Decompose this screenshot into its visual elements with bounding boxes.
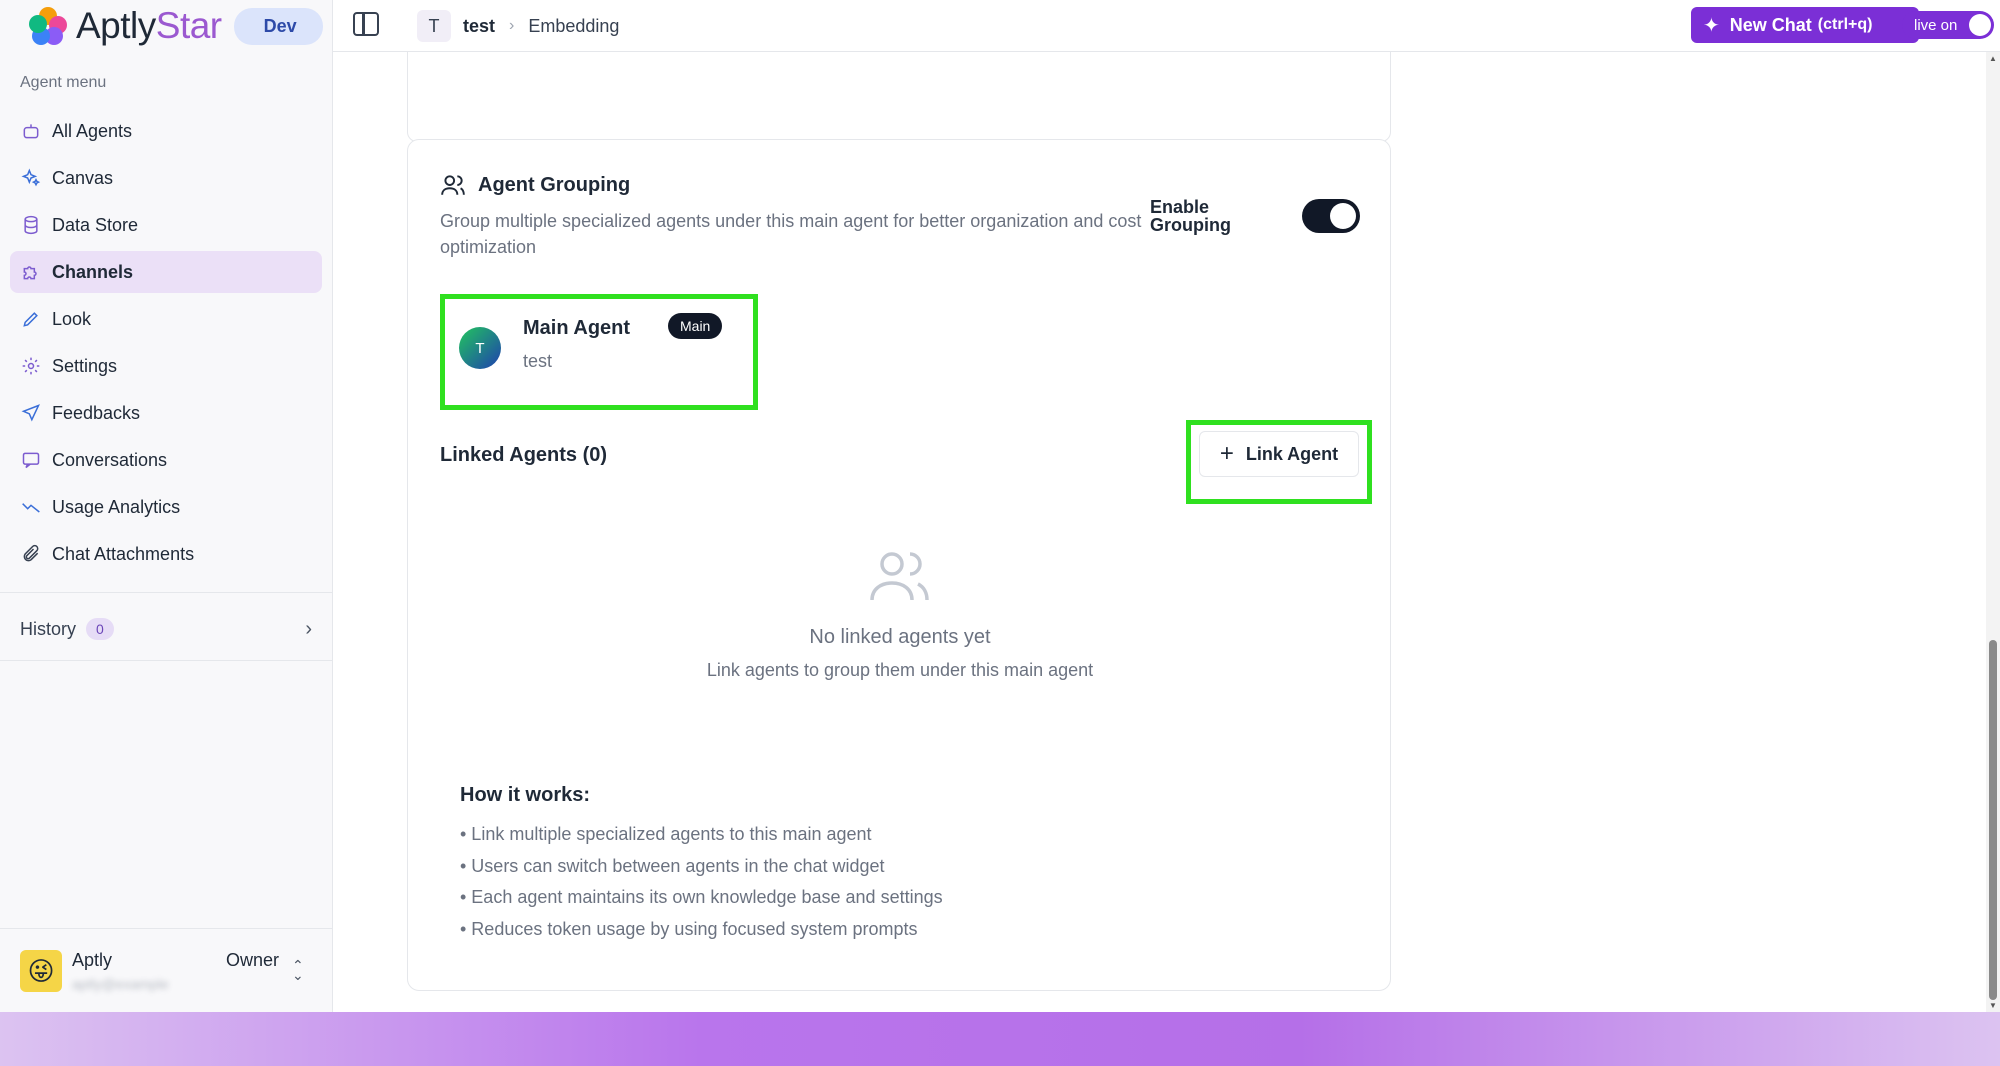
toggle-knob <box>1969 14 1991 36</box>
sidebar-toggle-icon[interactable] <box>353 12 379 36</box>
aptlystar-logo-icon <box>28 6 68 46</box>
enable-grouping-toggle[interactable] <box>1302 199 1360 233</box>
sidebar-item-label: Channels <box>52 261 134 282</box>
database-icon <box>20 214 42 236</box>
bottom-gradient-band <box>0 1012 2000 1066</box>
toggle-knob <box>1330 203 1356 229</box>
sidebar-item-label: Feedbacks <box>52 402 141 423</box>
link-agent-button[interactable]: + Link Agent <box>1199 431 1359 477</box>
scroll-down-icon[interactable]: ▼ <box>1989 1001 1997 1010</box>
sidebar-item-label: All Agents <box>52 120 133 141</box>
sidebar-item-look[interactable]: Look <box>10 298 322 340</box>
sidebar-item-all-agents[interactable]: All Agents <box>10 110 322 152</box>
agent-menu: All Agents Canvas Data Store Channels Lo… <box>10 110 322 580</box>
top-bar: T test › Embedding ✦ New Chat (ctrl+q) l… <box>333 0 2000 52</box>
main-agent-avatar: T <box>459 327 501 369</box>
list-item: • Reduces token usage by using focused s… <box>460 918 918 939</box>
brand[interactable]: AptlyStar Dev <box>28 4 323 48</box>
sidebar-item-label: Chat Attachments <box>52 543 195 564</box>
history-count-badge: 0 <box>86 618 114 640</box>
agent-grouping-title: Agent Grouping <box>440 172 630 198</box>
sparkle-icon: ✦ <box>1703 14 1720 37</box>
user-role: Owner <box>226 950 280 970</box>
users-icon <box>441 175 465 195</box>
bot-icon <box>20 120 42 142</box>
chevron-right-icon: › <box>305 617 312 640</box>
vertical-scrollbar[interactable]: ▲ ▼ <box>1986 52 2000 1012</box>
sidebar-item-label: Settings <box>52 355 118 376</box>
send-icon <box>20 402 42 424</box>
sidebar-item-canvas[interactable]: Canvas <box>10 157 322 199</box>
how-it-works-list: • Link multiple specialized agents to th… <box>460 824 943 950</box>
main-agent-subtitle: test <box>523 351 553 371</box>
user-name: Aptly <box>72 950 113 970</box>
enable-grouping-label: Enable Grouping <box>1150 197 1231 235</box>
users-empty-icon <box>870 552 929 601</box>
user-email: aptly@example <box>72 976 169 992</box>
sidebar-item-label: Data Store <box>52 214 139 235</box>
list-item: • Link multiple specialized agents to th… <box>460 824 872 844</box>
scroll-up-icon[interactable]: ▲ <box>1989 54 1997 63</box>
main-content: Agent Grouping Group multiple specialize… <box>333 52 1986 1012</box>
trend-icon <box>20 496 42 518</box>
previous-card <box>407 52 1391 142</box>
agent-avatar: T <box>417 10 451 42</box>
puzzle-icon <box>20 261 42 283</box>
sparkles-icon <box>20 167 42 189</box>
brand-name: AptlyStar <box>76 5 222 46</box>
new-chat-shortcut: (ctrl+q) <box>1817 16 1873 33</box>
agent-grouping-description: Group multiple specialized agents under … <box>440 211 1142 257</box>
user-menu[interactable]: 😜 Aptly aptly@example Owner ⌃ ⌄ <box>20 942 316 998</box>
sidebar: AptlyStar Dev Agent menu All Agents Canv… <box>0 0 333 1012</box>
sidebar-item-usage-analytics[interactable]: Usage Analytics <box>10 486 322 528</box>
main-agent-card: T Main Agent Main test <box>440 294 758 410</box>
new-chat-label: New Chat <box>1729 14 1812 35</box>
link-agent-highlight: + Link Agent <box>1186 420 1372 504</box>
sidebar-item-label: Look <box>52 308 92 329</box>
list-item: • Each agent maintains its own knowledge… <box>460 887 943 907</box>
sidebar-item-label: Conversations <box>52 449 168 470</box>
agent-menu-heading: Agent menu <box>20 74 107 91</box>
sidebar-item-chat-attachments[interactable]: Chat Attachments <box>10 533 322 575</box>
pen-icon <box>20 308 42 330</box>
how-it-works-title: How it works: <box>460 784 591 806</box>
sidebar-item-feedbacks[interactable]: Feedbacks <box>10 392 322 434</box>
sidebar-item-data-store[interactable]: Data Store <box>10 204 322 246</box>
scrollbar-thumb[interactable] <box>1989 640 1997 1000</box>
env-badge: Dev <box>233 7 323 45</box>
sidebar-item-label: Usage Analytics <box>52 496 181 517</box>
sidebar-item-settings[interactable]: Settings <box>10 345 322 387</box>
empty-state-title: No linked agents yet <box>809 626 991 648</box>
sidebar-divider <box>0 592 333 593</box>
empty-state-subtitle: Link agents to group them under this mai… <box>706 660 1094 680</box>
main-agent-name: Main Agent <box>523 317 631 339</box>
sidebar-item-channels[interactable]: Channels <box>10 251 322 293</box>
agent-grouping-card: Agent Grouping Group multiple specialize… <box>407 139 1391 991</box>
breadcrumb-agent[interactable]: test <box>463 16 495 37</box>
history-label: History <box>20 618 77 639</box>
sidebar-divider <box>0 928 333 929</box>
breadcrumb-page: Embedding <box>528 15 620 36</box>
avatar: 😜 <box>20 950 62 992</box>
list-item: • Users can switch between agents in the… <box>460 855 885 876</box>
chat-icon <box>20 449 42 471</box>
chevron-up-down-icon: ⌃ ⌄ <box>292 957 304 983</box>
sidebar-item-conversations[interactable]: Conversations <box>10 439 322 481</box>
chevron-right-icon: › <box>509 17 515 34</box>
new-chat-button[interactable]: ✦ New Chat (ctrl+q) <box>1691 7 1919 43</box>
paperclip-icon <box>20 543 42 565</box>
main-badge: Main <box>668 313 723 339</box>
sidebar-item-label: Canvas <box>52 167 114 188</box>
link-agent-label: Link Agent <box>1245 443 1339 464</box>
gear-icon <box>20 355 42 377</box>
breadcrumb: T test › Embedding <box>417 10 619 42</box>
live-toggle[interactable]: live on <box>1902 11 1994 39</box>
live-toggle-label: live on <box>1914 16 1958 34</box>
linked-agents-title: Linked Agents (0) <box>440 444 608 466</box>
plus-icon: + <box>1219 440 1234 467</box>
sidebar-divider <box>0 660 333 661</box>
history-toggle[interactable]: History 0 › <box>20 612 312 646</box>
